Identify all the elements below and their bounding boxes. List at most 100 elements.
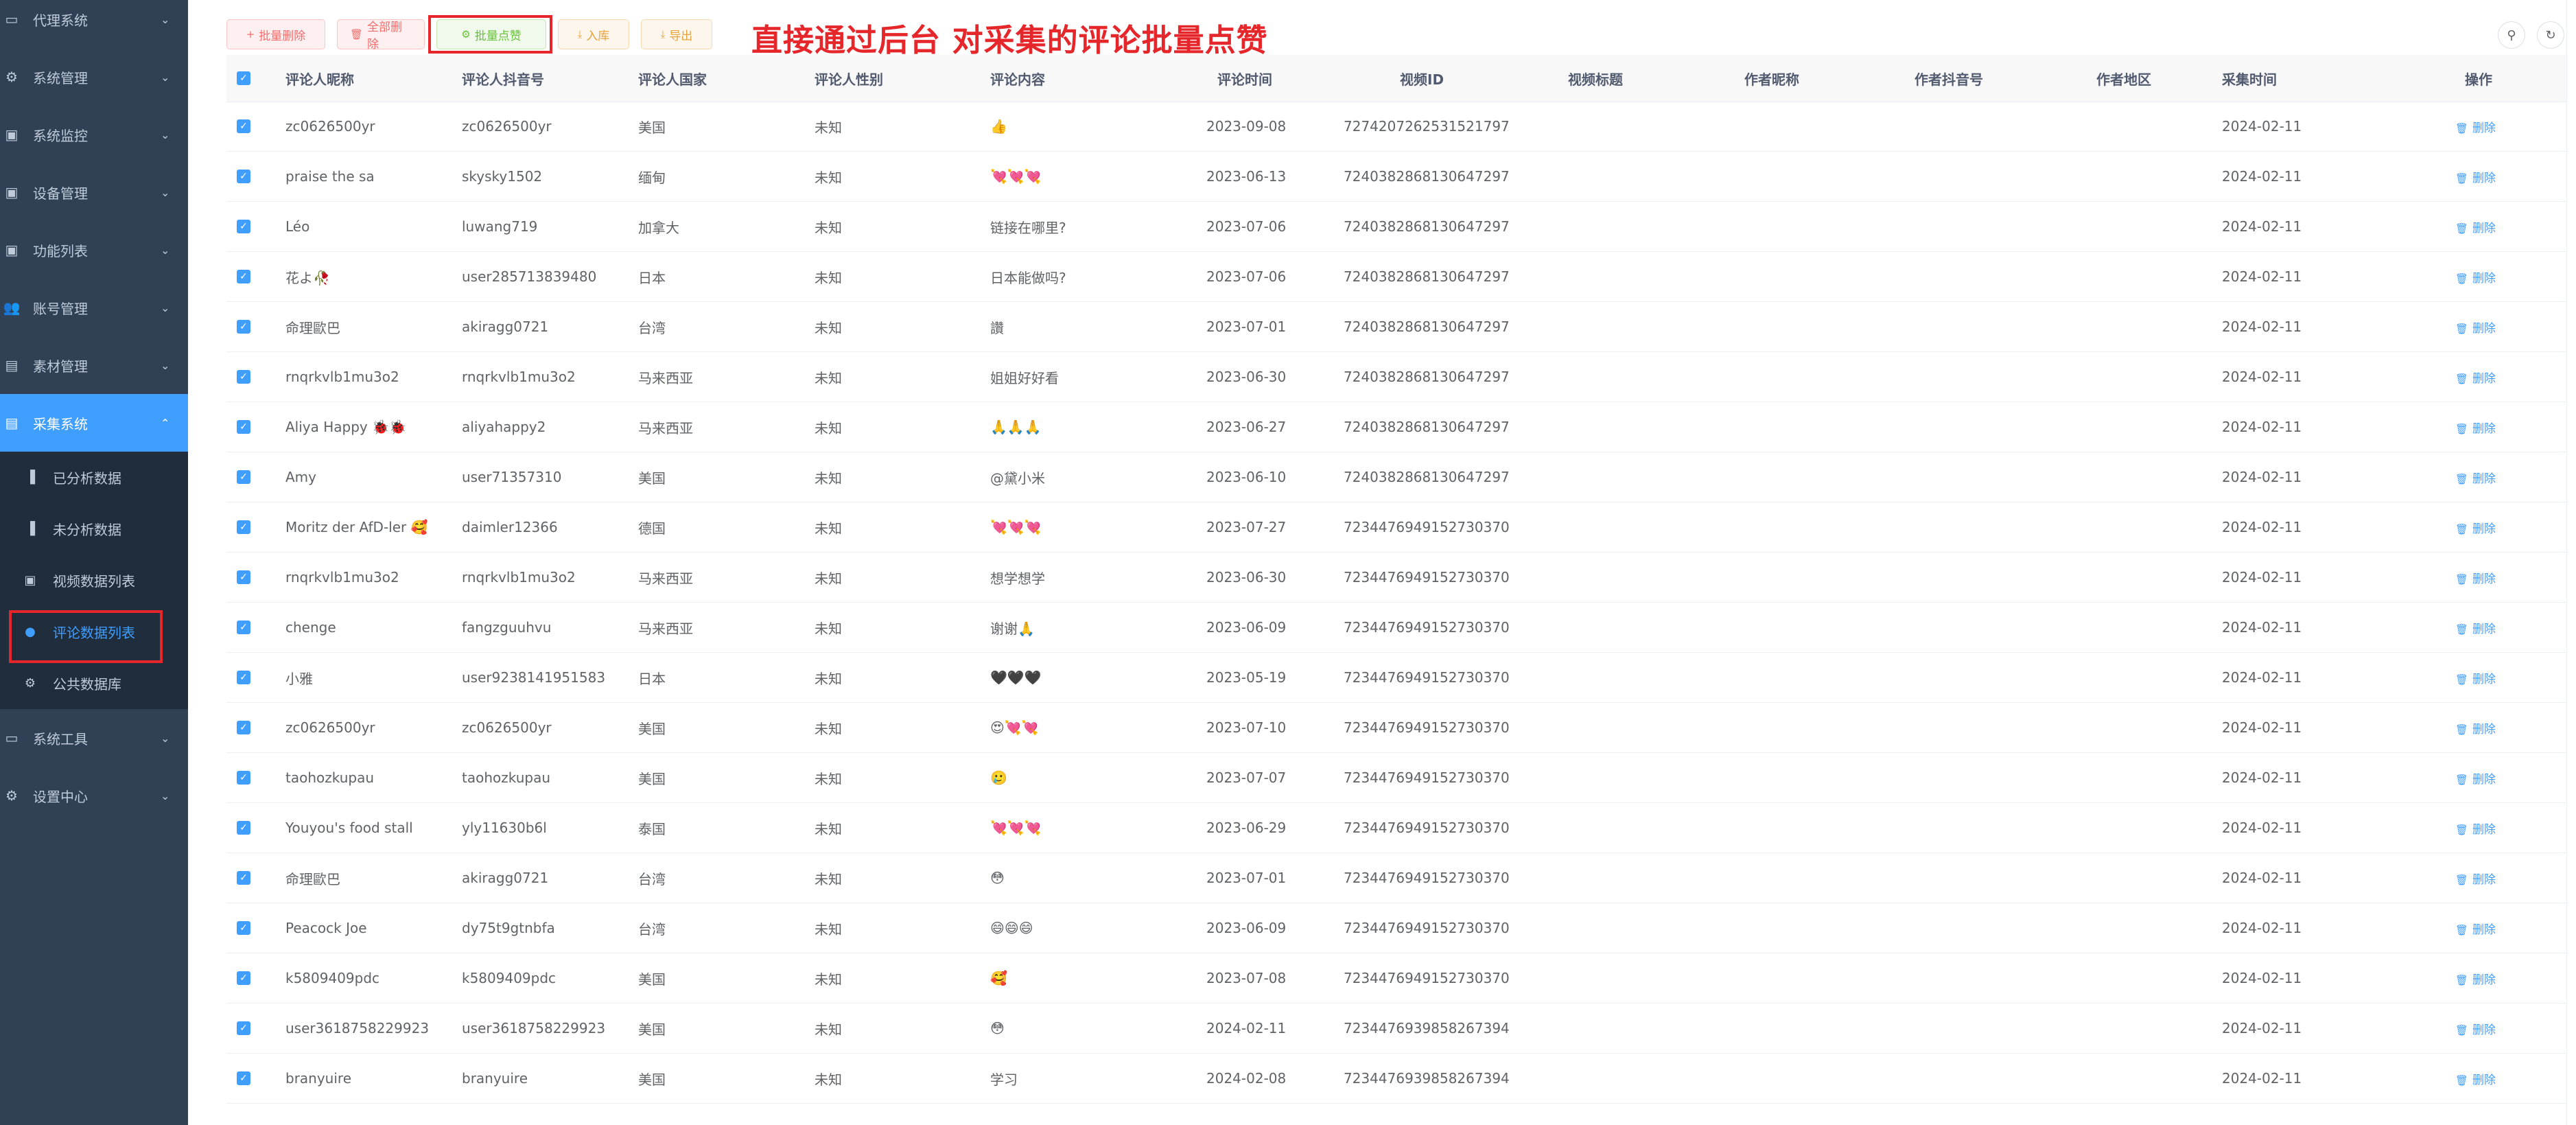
header-author-douyin-id[interactable]: 作者抖音号 <box>1915 55 1983 102</box>
header-commenter-gender[interactable]: 评论人性别 <box>815 55 883 102</box>
delete-all-button[interactable]: 🗑 全部删除 <box>337 19 425 51</box>
header-author-nickname[interactable]: 作者昵称 <box>1744 55 1799 102</box>
select-all-checkbox[interactable]: ✓ <box>237 71 250 85</box>
delete-row-button[interactable]: 🗑 删除 <box>2455 803 2496 853</box>
scrollbar-track[interactable] <box>2566 0 2576 1125</box>
row-checkbox[interactable]: ✓ <box>237 1021 250 1035</box>
table-row[interactable]: ✓ 命理歐巴 akiragg0721 台湾 未知 讚 2023-07-01 724038286… <box>226 302 2569 352</box>
menu-item-device-management[interactable]: ▣ 设备管理 ⌄ <box>0 163 188 221</box>
header-author-region[interactable]: 作者地区 <box>2096 55 2151 102</box>
delete-row-button[interactable]: 🗑 删除 <box>2455 452 2496 502</box>
row-checkbox[interactable]: ✓ <box>237 721 250 734</box>
header-commenter-country[interactable]: 评论人国家 <box>638 55 707 102</box>
delete-row-button[interactable]: 🗑 删除 <box>2455 1054 2496 1103</box>
menu-item-settings-center[interactable]: ⚙ 设置中心 ⌄ <box>0 767 188 824</box>
cell-comment-time: 2023-06-29 <box>1206 820 1287 836</box>
row-checkbox[interactable]: ✓ <box>237 1071 250 1085</box>
delete-row-button[interactable]: 🗑 删除 <box>2455 202 2496 251</box>
cell-commenter-country: 美国 <box>638 720 666 737</box>
table-row[interactable]: ✓ k5809409pdc k5809409pdc 美国 未知 🥰 2023-07-08 72… <box>226 953 2569 1004</box>
table-row[interactable]: ✓ 小雅 user9238141951583 日本 未知 🖤🖤🖤 2023-05-19 723… <box>226 653 2569 703</box>
header-collect-time[interactable]: 采集时间 <box>2222 55 2277 102</box>
menu-item-proxy-system[interactable]: ▭ 代理系统 ⌄ <box>0 0 188 48</box>
table-row[interactable]: ✓ zc0626500yr zc0626500yr 美国 未知 😍💘💘 2023-07-10… <box>226 703 2569 753</box>
header-video-title[interactable]: 视频标题 <box>1568 55 1623 102</box>
chevron-up-icon: ⌃ <box>161 416 170 430</box>
row-checkbox[interactable]: ✓ <box>237 871 250 885</box>
row-checkbox[interactable]: ✓ <box>237 119 250 133</box>
row-checkbox[interactable]: ✓ <box>237 821 250 835</box>
header-commenter-nickname[interactable]: 评论人昵称 <box>285 55 354 102</box>
row-checkbox[interactable]: ✓ <box>237 771 250 785</box>
row-checkbox[interactable]: ✓ <box>237 270 250 283</box>
menu-item-system-tools[interactable]: ▭ 系统工具 ⌄ <box>0 709 188 767</box>
table-row[interactable]: ✓ praise the sa skysky1502 缅甸 未知 💘💘💘 2023-06-1… <box>226 152 2569 202</box>
header-video-id[interactable]: 视频ID <box>1400 55 1444 102</box>
menu-item-material-management[interactable]: ▤ 素材管理 ⌄ <box>0 336 188 394</box>
header-comment-content[interactable]: 评论内容 <box>990 55 1045 102</box>
search-toggle-button[interactable]: ⚲ <box>2498 21 2525 49</box>
delete-row-button[interactable]: 🗑 删除 <box>2455 753 2496 802</box>
row-checkbox[interactable]: ✓ <box>237 420 250 434</box>
row-checkbox[interactable]: ✓ <box>237 570 250 584</box>
delete-row-button[interactable]: 🗑 删除 <box>2455 853 2496 903</box>
table-row[interactable]: ✓ taohozkupau taohozkupau 美国 未知 🥲 2023-07-07 72… <box>226 753 2569 803</box>
header-commenter-douyin-id[interactable]: 评论人抖音号 <box>462 55 544 102</box>
table-row[interactable]: ✓ 命理歐巴 akiragg0721 台湾 未知 😳 2023-07-01 723447694… <box>226 853 2569 903</box>
row-checkbox[interactable]: ✓ <box>237 671 250 684</box>
table-row[interactable]: ✓ Moritz der AfD-ler 🥰 daimler12366 德国 未知 💘💘💘… <box>226 502 2569 553</box>
export-button[interactable]: ⤓ 导出 <box>641 19 712 49</box>
batch-delete-button[interactable]: + 批量删除 <box>226 19 325 49</box>
sub-item-public-database[interactable]: ⚙ 公共数据库 <box>0 658 188 709</box>
table-row[interactable]: ✓ rnqrkvlb1mu3o2 rnqrkvlb1mu3o2 马来西亚 未知 想学想学 2… <box>226 553 2569 603</box>
sub-item-analyzed-data[interactable]: ▐ 已分析数据 <box>0 452 188 503</box>
row-checkbox[interactable]: ✓ <box>237 971 250 985</box>
menu-item-system-management[interactable]: ⚙ 系统管理 ⌄ <box>0 48 188 106</box>
trash-icon: 🗑 <box>2455 222 2469 235</box>
delete-row-button[interactable]: 🗑 删除 <box>2455 402 2496 452</box>
row-checkbox[interactable]: ✓ <box>237 921 250 935</box>
table-row[interactable]: ✓ zc0626500yr zc0626500yr 美国 未知 👍 2023-09-08 72… <box>226 102 2569 152</box>
monitor-icon: ▣ <box>5 126 19 143</box>
menu-item-system-monitor[interactable]: ▣ 系统监控 ⌄ <box>0 106 188 163</box>
sub-item-unanalyzed-data[interactable]: ▐ 未分析数据 <box>0 503 188 555</box>
row-checkbox[interactable]: ✓ <box>237 470 250 484</box>
table-row[interactable]: ✓ 花よ🥀 user285713839480 日本 未知 日本能做吗? 2023-07-06… <box>226 252 2569 302</box>
table-row[interactable]: ✓ Léo luwang719 加拿大 未知 链接在哪里? 2023-07-06 724038… <box>226 202 2569 252</box>
refresh-button[interactable]: ↻ <box>2537 21 2564 49</box>
row-checkbox[interactable]: ✓ <box>237 520 250 534</box>
table-row[interactable]: ✓ user3618758229923 user3618758229923 美国 未知 😳… <box>226 1004 2569 1054</box>
header-comment-time[interactable]: 评论时间 <box>1217 55 1272 102</box>
row-checkbox[interactable]: ✓ <box>237 621 250 634</box>
row-checkbox[interactable]: ✓ <box>237 220 250 233</box>
table-row[interactable]: ✓ branyuire branyuire 美国 未知 学习 2024-02-08 72344… <box>226 1054 2569 1104</box>
table-row[interactable]: ✓ Amy user71357310 美国 未知 @黛小米 2023-06-10 724038… <box>226 452 2569 502</box>
delete-row-button[interactable]: 🗑 删除 <box>2455 1004 2496 1053</box>
row-checkbox[interactable]: ✓ <box>237 320 250 334</box>
table-row[interactable]: ✓ Youyou's food stall yly11630b6l 泰国 未知 💘💘💘 20… <box>226 803 2569 853</box>
delete-row-button[interactable]: 🗑 删除 <box>2455 703 2496 752</box>
menu-item-function-list[interactable]: ▣ 功能列表 ⌄ <box>0 221 188 279</box>
import-button[interactable]: ⤓ 入库 <box>558 19 629 49</box>
delete-row-button[interactable]: 🗑 删除 <box>2455 553 2496 602</box>
sub-item-video-data-list[interactable]: ▣ 视频数据列表 <box>0 555 188 606</box>
delete-row-button[interactable]: 🗑 删除 <box>2455 352 2496 402</box>
delete-row-button[interactable]: 🗑 删除 <box>2455 302 2496 351</box>
delete-row-button[interactable]: 🗑 删除 <box>2455 603 2496 652</box>
delete-row-button[interactable]: 🗑 删除 <box>2455 252 2496 301</box>
menu-item-account-management[interactable]: 👥 账号管理 ⌄ <box>0 279 188 336</box>
row-checkbox[interactable]: ✓ <box>237 370 250 384</box>
menu-item-collection-system[interactable]: ▤ 采集系统 ⌃ <box>0 394 188 452</box>
table-row[interactable]: ✓ rnqrkvlb1mu3o2 rnqrkvlb1mu3o2 马来西亚 未知 姐姐好好看… <box>226 352 2569 402</box>
delete-row-button[interactable]: 🗑 删除 <box>2455 903 2496 953</box>
table-row[interactable]: ✓ Aliya Happy 🐞🐞 aliyahappy2 马来西亚 未知 🙏🙏🙏 2023-… <box>226 402 2569 452</box>
delete-row-button[interactable]: 🗑 删除 <box>2455 152 2496 201</box>
table-row[interactable]: ✓ chenge fangzguuhvu 马来西亚 未知 谢谢🙏 2023-06-09 723… <box>226 603 2569 653</box>
row-checkbox[interactable]: ✓ <box>237 170 250 183</box>
delete-row-button[interactable]: 🗑 删除 <box>2455 653 2496 702</box>
cell-commenter-country: 台湾 <box>638 920 666 938</box>
delete-row-button[interactable]: 🗑 删除 <box>2455 102 2496 151</box>
delete-row-button[interactable]: 🗑 删除 <box>2455 502 2496 552</box>
delete-row-button[interactable]: 🗑 删除 <box>2455 953 2496 1003</box>
table-row[interactable]: ✓ Peacock Joe dy75t9gtnbfa 台湾 未知 😄😄😄 2023-06-0… <box>226 903 2569 953</box>
